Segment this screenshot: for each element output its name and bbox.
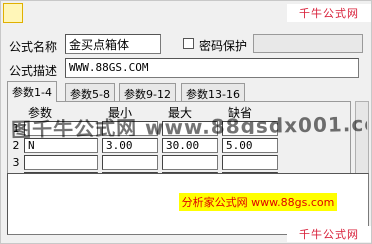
param-min-cell[interactable] — [102, 121, 158, 136]
param-max-cell[interactable]: 30.00 — [162, 138, 218, 153]
password-protect-label: 密码保护 — [199, 39, 248, 53]
formula-desc-input[interactable]: WWW.88GS.COM — [65, 58, 359, 78]
row-number: 2 — [12, 139, 20, 152]
watermark-bottom: 千牛公式网 — [287, 226, 371, 242]
param-max-cell[interactable] — [162, 121, 218, 136]
formula-editor-dialog: 千牛公式网 公式名称 金买点箱体 密码保护 公式描述 WWW.88GS.COM … — [0, 0, 372, 244]
watermark-yellow-banner: 分析家公式网 www.88gs.com — [179, 193, 337, 211]
row-number: 3 — [12, 156, 20, 169]
param-name-cell[interactable] — [24, 121, 98, 136]
param-default-cell[interactable] — [222, 155, 278, 170]
param-min-cell[interactable]: 3.00 — [102, 138, 158, 153]
param-name-cell[interactable]: N — [24, 138, 98, 153]
col-header-default: 缺省 — [228, 106, 253, 120]
tab-params-5-8[interactable]: 参数5-8 — [65, 83, 115, 101]
col-header-param: 参数 — [28, 106, 53, 120]
tab-params-1-4[interactable]: 参数1-4 — [7, 81, 57, 102]
row-number: 1 — [12, 122, 20, 135]
formula-name-label: 公式名称 — [9, 40, 58, 54]
tab-params-13-16[interactable]: 参数13-16 — [181, 83, 245, 101]
watermark-top: 千牛公式网 — [287, 4, 371, 22]
param-min-cell[interactable] — [102, 155, 158, 170]
col-header-min: 最小 — [108, 106, 133, 120]
formula-name-input[interactable]: 金买点箱体 — [65, 34, 161, 54]
param-max-cell[interactable] — [162, 155, 218, 170]
formula-desc-label: 公式描述 — [9, 64, 58, 78]
param-name-cell[interactable] — [24, 155, 98, 170]
password-input[interactable] — [253, 34, 363, 53]
tab-params-9-12[interactable]: 参数9-12 — [119, 83, 176, 101]
col-header-max: 最大 — [168, 106, 193, 120]
param-default-cell[interactable]: 5.00 — [222, 138, 278, 153]
param-default-cell[interactable] — [222, 121, 278, 136]
app-logo-icon — [3, 3, 23, 23]
password-protect-checkbox[interactable] — [183, 38, 194, 49]
